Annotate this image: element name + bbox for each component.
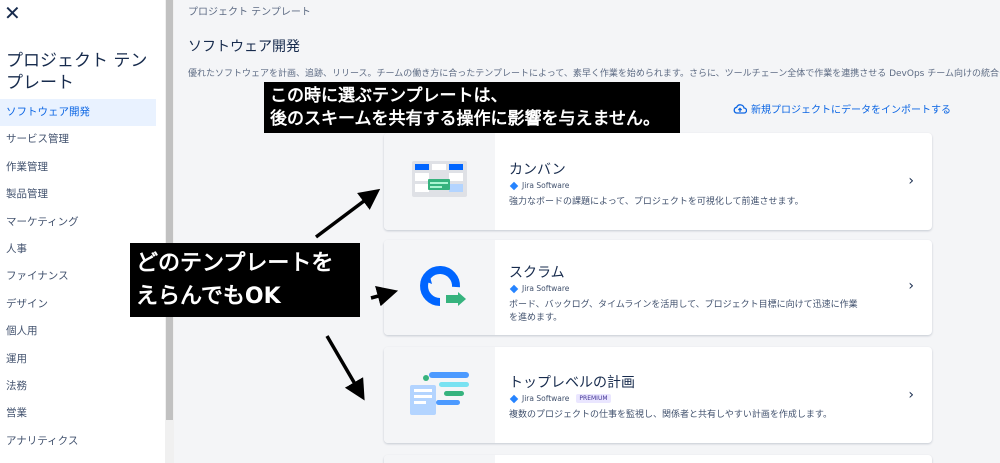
page-description: 優れたソフトウェアを計画、追跡、リリース。チームの働き方に合ったテンプレートによ…	[188, 69, 1000, 79]
card-illustration	[384, 455, 495, 463]
product-tag: Jira Software	[509, 181, 899, 190]
scrum-illustration	[384, 240, 495, 335]
planning-illustration	[384, 347, 495, 443]
sidebar-item-sales[interactable]: 営業	[0, 400, 156, 427]
sidebar: ✕ プロジェクト テンプレート ソフトウェア開発 サービス管理 作業管理 製品管…	[0, 0, 165, 463]
product-label: Jira Software	[522, 394, 570, 403]
product-label: Jira Software	[522, 181, 570, 190]
annotation-callout-top: この時に選ぶテンプレートは、 後のスキームを共有する操作に影響を与えません。	[264, 82, 680, 133]
product-tag: Jira Software	[509, 284, 899, 293]
card-description: 複数のプロジェクトの仕事を監視し、関係者と共有しやすい計画を作成します。	[509, 410, 833, 420]
card-title: スクラム	[509, 265, 565, 281]
close-icon[interactable]: ✕	[4, 3, 21, 23]
product-label: Jira Software	[522, 284, 570, 293]
cloud-upload-icon	[733, 103, 747, 114]
template-card-partial[interactable]	[384, 455, 932, 463]
sidebar-item-marketing[interactable]: マーケティング	[0, 209, 156, 236]
sidebar-item-legal[interactable]: 法務	[0, 373, 156, 400]
card-description: 強力なボードの課題によって、プロジェクトを可視化して前進させます。	[509, 197, 804, 207]
jira-diamond-icon	[509, 181, 519, 190]
breadcrumb: プロジェクト テンプレート	[188, 7, 311, 18]
arrow-to-kanban	[314, 188, 381, 239]
card-title: トップレベルの計画	[509, 375, 635, 391]
arrow-to-planning	[325, 335, 365, 401]
page-title: ソフトウェア開発	[188, 39, 300, 55]
template-card-kanban[interactable]: カンバン Jira Software 強力なボードの課題によって、プロジェクトを…	[384, 133, 932, 230]
sidebar-item-work-management[interactable]: 作業管理	[0, 154, 156, 181]
callout-line: 後のスキームを共有する操作に影響を与えません。	[270, 109, 660, 129]
sidebar-scrollbar-thumb[interactable]	[166, 0, 173, 420]
sidebar-item-personal[interactable]: 個人用	[0, 318, 156, 345]
sidebar-title: プロジェクト テンプレート	[6, 51, 148, 93]
jira-diamond-icon	[509, 394, 519, 403]
kanban-illustration	[384, 133, 495, 230]
chevron-right-icon[interactable]: ›	[908, 173, 914, 189]
sidebar-item-analytics[interactable]: アナリティクス	[0, 428, 156, 455]
premium-badge: PREMIUM	[576, 394, 611, 403]
sidebar-item-product-management[interactable]: 製品管理	[0, 181, 156, 208]
sidebar-item-operations[interactable]: 運用	[0, 346, 156, 373]
template-card-scrum[interactable]: スクラム Jira Software ボード、バックログ、タイムラインを活用して…	[384, 240, 932, 335]
card-title: カンバン	[509, 162, 566, 178]
import-data-link[interactable]: 新規プロジェクトにデータをインポートする	[733, 101, 951, 116]
card-description: ボード、バックログ、タイムラインを活用して、プロジェクト目標に向けて迅速に作業を…	[509, 300, 858, 323]
product-tag: Jira Software PREMIUM	[509, 394, 899, 403]
callout-line: どのテンプレートを	[136, 251, 334, 276]
import-link-label: 新規プロジェクトにデータをインポートする	[751, 105, 951, 116]
sidebar-item-software-dev[interactable]: ソフトウェア開発	[0, 99, 156, 127]
jira-diamond-icon	[509, 284, 519, 293]
chevron-right-icon[interactable]: ›	[908, 278, 914, 294]
callout-line: この時に選ぶテンプレートは、	[270, 86, 508, 106]
sidebar-item-service-management[interactable]: サービス管理	[0, 126, 156, 153]
chevron-right-icon[interactable]: ›	[908, 387, 914, 403]
callout-line: えらんでもOK	[136, 284, 281, 309]
annotation-callout-left: どのテンプレートを えらんでもOK	[130, 243, 360, 317]
template-card-top-level-planning[interactable]: トップレベルの計画 Jira Software PREMIUM 複数のプロジェク…	[384, 347, 932, 443]
